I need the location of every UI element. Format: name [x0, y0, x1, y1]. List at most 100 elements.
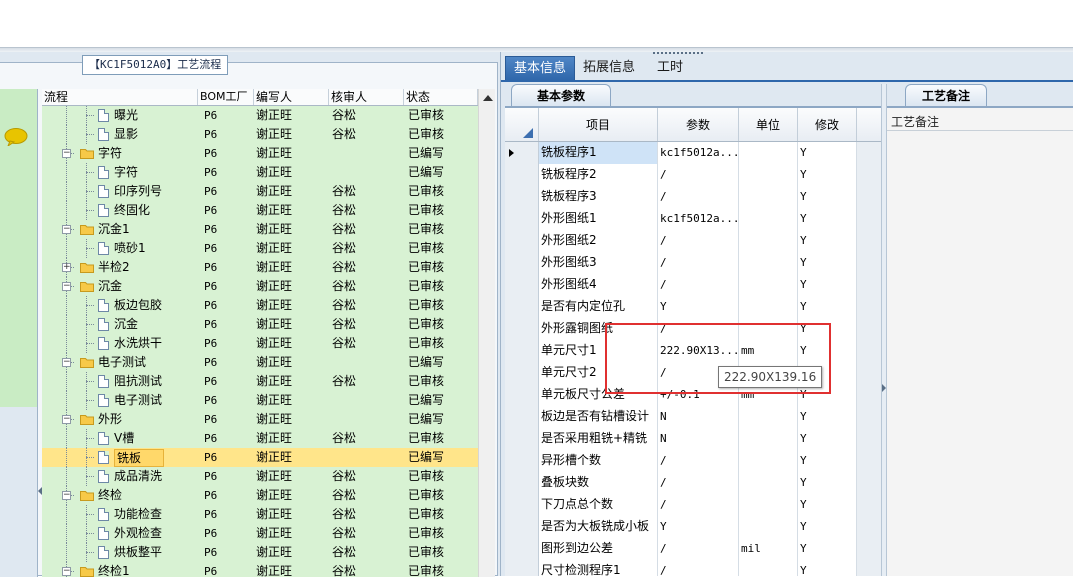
row-header[interactable]: [505, 230, 539, 252]
tree-item-row[interactable]: 显影 P6 谢正旺 谷松 已审核: [42, 125, 478, 144]
unit-cell[interactable]: [739, 494, 798, 516]
grid-corner[interactable]: [505, 108, 539, 141]
unit-cell[interactable]: [739, 560, 798, 576]
tree-node-label[interactable]: 沉金: [114, 315, 138, 334]
tree-node-label[interactable]: 终检: [98, 486, 122, 505]
row-header[interactable]: [505, 406, 539, 428]
tree-node-label[interactable]: 印序列号: [114, 182, 162, 201]
item-cell[interactable]: 尺寸检测程序1: [539, 560, 658, 576]
row-header[interactable]: [505, 208, 539, 230]
tab-work-hours[interactable]: 工时: [643, 56, 691, 80]
row-header[interactable]: [505, 538, 539, 560]
unit-cell[interactable]: [739, 428, 798, 450]
item-cell[interactable]: 板边是否有钻槽设计: [539, 406, 658, 428]
tree-folder-row[interactable]: − 沉金1 P6 谢正旺 谷松 已审核: [42, 220, 478, 239]
modify-cell[interactable]: Y: [798, 296, 857, 318]
item-cell[interactable]: 图形到边公差: [539, 538, 658, 560]
unit-cell[interactable]: [739, 164, 798, 186]
modify-cell[interactable]: Y: [798, 472, 857, 494]
unit-cell[interactable]: [739, 142, 798, 164]
row-header[interactable]: [505, 516, 539, 538]
item-cell[interactable]: 外形图纸2: [539, 230, 658, 252]
tree-node-label[interactable]: 曝光: [114, 106, 138, 125]
param-row[interactable]: 外形图纸4/ Y: [505, 274, 881, 296]
col-header-reviewer[interactable]: 核审人: [329, 89, 404, 105]
tree-node-label[interactable]: 喷砂1: [114, 239, 146, 258]
process-tree[interactable]: 流程 BOM工厂 编写人 核审人 状态 曝光 P6 谢正旺 谷松 已审核 显影 P6 谢正旺谷…: [42, 89, 478, 577]
col-header-flow[interactable]: 流程: [42, 89, 198, 105]
item-cell[interactable]: 是否采用粗铣+精铣: [539, 428, 658, 450]
modify-cell[interactable]: Y: [798, 560, 857, 576]
col-header-modify[interactable]: 修改: [798, 108, 857, 141]
param-cell[interactable]: /: [658, 164, 739, 186]
col-header-status[interactable]: 状态: [404, 89, 478, 105]
tab-extended-info[interactable]: 拓展信息: [575, 56, 643, 80]
drag-grip[interactable]: [653, 52, 703, 56]
unit-cell[interactable]: mil: [739, 538, 798, 560]
row-header[interactable]: [505, 362, 539, 384]
tree-folder-row[interactable]: + 半检2 P6 谢正旺 谷松 已审核: [42, 258, 478, 277]
tree-folder-row[interactable]: − 终检 P6 谢正旺 谷松 已审核: [42, 486, 478, 505]
row-header[interactable]: [505, 164, 539, 186]
tree-item-row[interactable]: 外观检查 P6 谢正旺 谷松 已审核: [42, 524, 478, 543]
row-header[interactable]: [505, 296, 539, 318]
unit-cell[interactable]: [739, 406, 798, 428]
param-cell[interactable]: /: [658, 560, 739, 576]
param-row[interactable]: 铣板程序3/ Y: [505, 186, 881, 208]
item-cell[interactable]: 外形图纸4: [539, 274, 658, 296]
param-row[interactable]: 板边是否有钻槽设计 N Y: [505, 406, 881, 428]
modify-cell[interactable]: Y: [798, 428, 857, 450]
expand-icon[interactable]: +: [62, 263, 71, 272]
modify-cell[interactable]: Y: [798, 142, 857, 164]
tree-node-label[interactable]: 功能检查: [114, 505, 162, 524]
tree-folder-row[interactable]: − 电子测试 P6 谢正旺 已编写: [42, 353, 478, 372]
collapse-icon[interactable]: −: [62, 567, 71, 576]
item-cell[interactable]: 是否为大板铣成小板: [539, 516, 658, 538]
param-row[interactable]: 外形图纸1 kc1f5012a... Y: [505, 208, 881, 230]
param-cell[interactable]: /: [658, 186, 739, 208]
param-cell[interactable]: N: [658, 428, 739, 450]
item-cell[interactable]: 铣板程序2: [539, 164, 658, 186]
param-cell[interactable]: /: [658, 450, 739, 472]
collapse-icon[interactable]: −: [62, 358, 71, 367]
tab-basic-info[interactable]: 基本信息: [505, 56, 576, 80]
tree-node-label[interactable]: 字符: [98, 144, 122, 163]
tree-item-row[interactable]: 曝光 P6 谢正旺 谷松 已审核: [42, 106, 478, 125]
param-row[interactable]: 是否采用粗铣+精铣 N Y: [505, 428, 881, 450]
modify-cell[interactable]: Y: [798, 494, 857, 516]
param-row[interactable]: 异形槽个数 / Y: [505, 450, 881, 472]
item-cell[interactable]: 是否有内定位孔: [539, 296, 658, 318]
tree-node-label[interactable]: 沉金: [98, 277, 122, 296]
tree-node-label[interactable]: 外形: [98, 410, 122, 429]
comment-icon[interactable]: [4, 128, 28, 146]
param-row[interactable]: 铣板程序1 kc1f5012a... Y: [505, 142, 881, 164]
tree-folder-row[interactable]: − 外形 P6 谢正旺 已编写: [42, 410, 478, 429]
modify-cell[interactable]: Y: [798, 164, 857, 186]
tree-node-label[interactable]: 终检1: [98, 562, 130, 577]
param-row[interactable]: 外形图纸2/ Y: [505, 230, 881, 252]
row-header[interactable]: [505, 428, 539, 450]
tree-node-label[interactable]: 水洗烘干: [114, 334, 162, 353]
modify-cell[interactable]: Y: [798, 406, 857, 428]
tree-item-row[interactable]: 喷砂1 P6 谢正旺 谷松 已审核: [42, 239, 478, 258]
param-cell[interactable]: kc1f5012a...: [658, 208, 739, 230]
param-cell[interactable]: /: [658, 274, 739, 296]
tree-node-label[interactable]: 终固化: [114, 201, 150, 220]
unit-cell[interactable]: [739, 472, 798, 494]
tree-node-label[interactable]: 阻抗测试: [114, 372, 162, 391]
unit-cell[interactable]: [739, 274, 798, 296]
modify-cell[interactable]: Y: [798, 252, 857, 274]
row-header[interactable]: [505, 472, 539, 494]
tree-node-label[interactable]: 电子测试: [114, 391, 162, 410]
tree-item-row[interactable]: 板边包胶 P6 谢正旺 谷松 已审核: [42, 296, 478, 315]
modify-cell[interactable]: Y: [798, 230, 857, 252]
tree-item-row[interactable]: 成品清洗 P6 谢正旺 谷松 已审核: [42, 467, 478, 486]
param-row[interactable]: 下刀点总个数 / Y: [505, 494, 881, 516]
tab-process-notes[interactable]: 工艺备注: [905, 84, 987, 106]
item-cell[interactable]: 铣板程序1: [539, 142, 658, 164]
unit-cell[interactable]: [739, 208, 798, 230]
param-cell[interactable]: Y: [658, 296, 739, 318]
row-header[interactable]: [505, 142, 539, 164]
modify-cell[interactable]: Y: [798, 516, 857, 538]
scroll-up-arrow-icon[interactable]: [483, 95, 493, 101]
